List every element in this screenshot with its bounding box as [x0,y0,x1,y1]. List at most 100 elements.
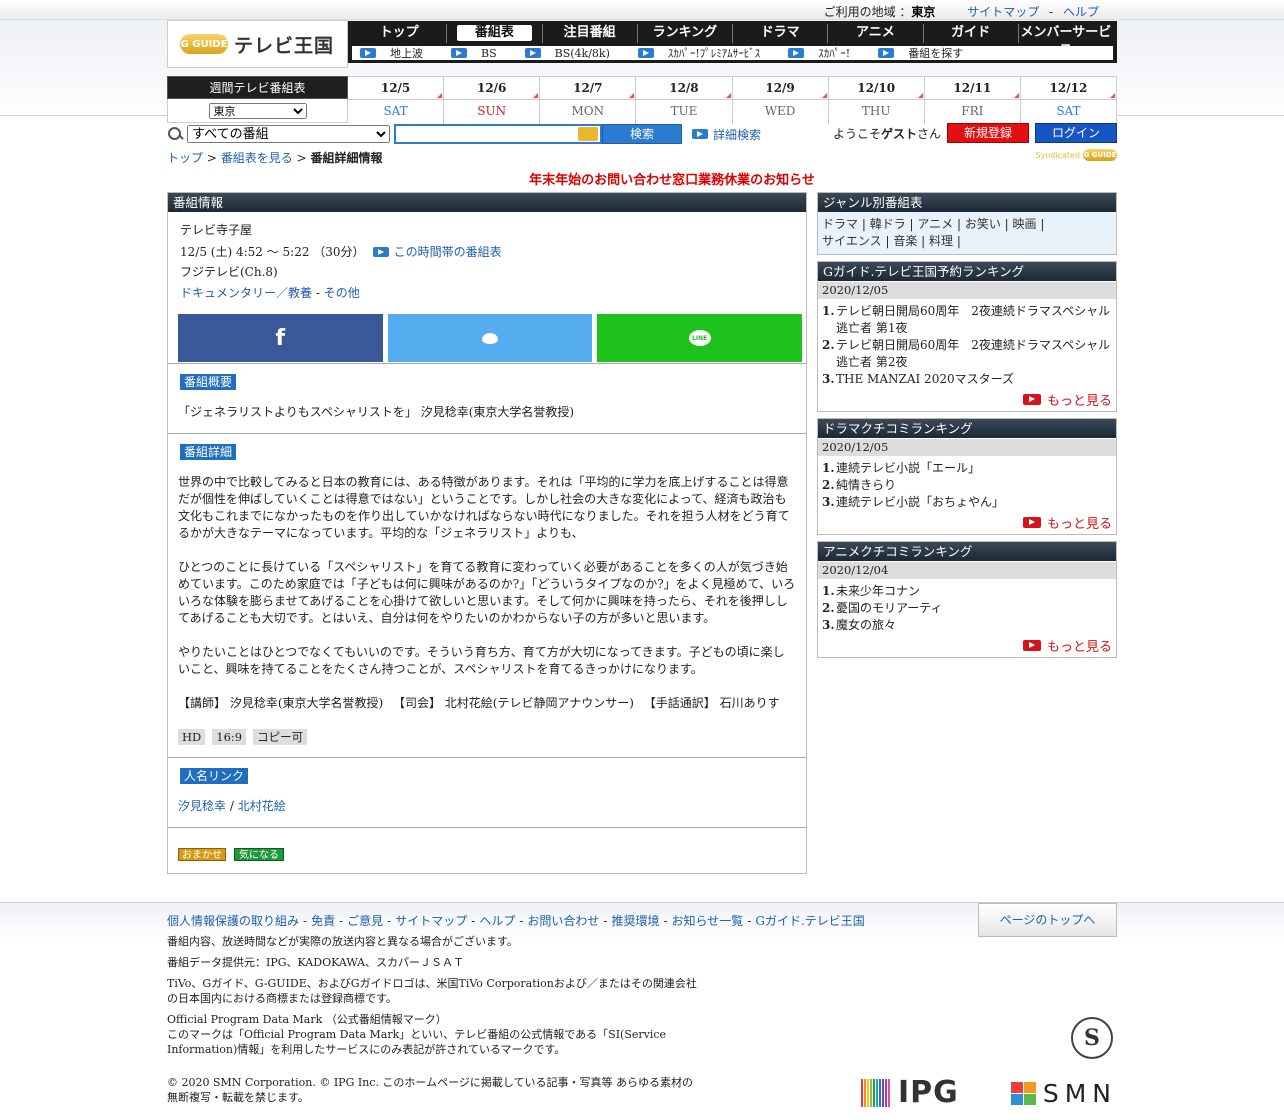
site-logo[interactable]: G GUIDE テレビ王国 [167,20,348,68]
ranking-item[interactable]: 1. 未来少年コナン [822,583,1112,600]
genre-link[interactable]: 音楽 [893,234,917,248]
twitter-share-button[interactable] [387,314,593,362]
breadcrumb-sep: > [296,151,307,165]
footer-link[interactable]: お問い合わせ [527,914,599,928]
footer-link[interactable]: ヘルプ [479,914,515,928]
breadcrumb-schedule[interactable]: 番組表を見る [221,151,293,165]
genre-link[interactable]: 映画 [1013,217,1037,231]
subnav-item[interactable]: 番組を探す [878,45,977,61]
genre-sub-link[interactable]: その他 [324,286,360,300]
ranking-item[interactable]: 3. 連続テレビ小説「おちょやん」 [822,494,1112,511]
more-link[interactable]: もっと見る [818,511,1116,534]
arrow-icon [451,48,467,58]
nav-item[interactable]: 注目番組 [543,24,638,43]
day-column[interactable]: 12/5 SAT [348,76,445,124]
detail-paragraph: 世界の中で比較してみると日本の教育には、ある特徴があります。それは「平均的に学力… [178,475,790,540]
footer-link[interactable]: 推奨環境 [611,914,659,928]
genre-link[interactable]: 韓ドラ [870,217,906,231]
nav-item[interactable]: アニメ [828,24,924,43]
nav-item[interactable]: 番組表 [447,24,543,43]
nav-item[interactable]: ガイド [924,24,1019,43]
ranking-item[interactable]: 3. THE MANZAI 2020マスターズ [822,371,1112,388]
search-button[interactable]: 検索 [602,124,682,144]
subnav-item[interactable]: 地上波 [360,45,437,61]
footer-link[interactable]: 免責 [311,914,335,928]
area-select[interactable]: 東京 [208,102,307,119]
day-column[interactable]: 12/9 WED [732,76,829,124]
day-date: 12/7 [540,77,636,100]
ranking-item-title: THE MANZAI 2020マスターズ [836,372,1014,386]
footer-link[interactable]: 個人情報保護の取り組み [167,914,299,928]
genre-link[interactable]: お笑い [965,217,1001,231]
ranking-item[interactable]: 3. 魔女の旅々 [822,617,1112,634]
detail-paragraph: 【講師】 汐見稔幸(東京大学名誉教授) 【司会】 北村花絵(テレビ静岡アナウンサ… [178,696,780,710]
program-detail-panel: 番組情報 テレビ寺子屋 12/5 (土) 4:52 ～ 5:22 （30分） この… [167,192,807,874]
line-share-button[interactable]: LINE [597,314,803,362]
sitemap-link[interactable]: サイトマップ [967,5,1039,19]
day-column[interactable]: 12/11 FRI [924,76,1021,124]
footer-link[interactable]: Gガイド.テレビ王国 [755,914,864,928]
footer-link[interactable]: お知らせ一覧 [672,914,744,928]
holiday-notice-link[interactable]: 年末年始のお問い合わせ窓口業務休業のお知らせ [167,169,1117,188]
arrow-icon [1022,517,1041,528]
day-date: 12/6 [444,77,540,100]
day-column[interactable]: 12/12 SAT [1020,76,1117,124]
ranking-item[interactable]: 2. テレビ朝日開局60周年 2夜連続ドラマスペシャル 逃亡者 第2夜 [822,337,1122,371]
nav-item[interactable]: メンバーサービス [1019,24,1113,58]
genre-link[interactable]: サイエンス [822,234,882,248]
advanced-search-link[interactable]: 詳細検索 [692,126,761,143]
ranking-item[interactable]: 2. 純情きらり [822,477,1112,494]
nav-item[interactable]: トップ [352,24,448,43]
day-column[interactable]: 12/10 THU [828,76,925,124]
timeslot-schedule-link[interactable]: この時間帯の番組表 [394,242,502,262]
ranking-item[interactable]: 1. 連続テレビ小説「エール」 [822,460,1112,477]
ranking-box: アニメクチコミランキング 2020/12/04 1. 未来少年コナン 2. 憂国のモリアー… [817,541,1117,658]
nav-item[interactable]: ランキング [638,24,733,43]
nav-item-label: ランキング [652,25,718,40]
subnav-item[interactable]: BS(4k/8k) [524,47,624,60]
day-of-week: THU [828,100,924,124]
subnav-item[interactable]: ｽｶﾊﾟｰ! [788,45,864,61]
breadcrumb-sep: > [206,151,217,165]
back-to-top-button[interactable]: ページのトップへ [978,903,1117,937]
more-link[interactable]: もっと見る [818,634,1116,657]
breadcrumb-top[interactable]: トップ [167,151,203,165]
nav-item[interactable]: ドラマ [733,24,829,43]
day-column[interactable]: 12/7 MON [540,76,637,124]
omakase-button[interactable]: おまかせ [178,848,226,861]
genre-link[interactable]: 料理 [929,234,953,248]
ranking-item[interactable]: 2. 憂国のモリアーティ [822,600,1112,617]
genre-link[interactable]: ドラマ [822,217,858,231]
person-link[interactable]: 北村花絵 [238,799,286,813]
twitter-icon [480,330,500,346]
ranking-date: 2020/12/04 [818,562,1116,579]
category-select[interactable]: すべての番組 [187,125,390,143]
register-button[interactable]: 新規登録 [947,123,1029,143]
subnav-item[interactable]: BS [451,47,511,60]
day-date: 12/8 [636,77,732,100]
action-section: おまかせ 気になる [168,827,806,873]
genre-main-link[interactable]: ドキュメンタリー／教養 [180,286,312,300]
footer-link[interactable]: サイトマップ [395,914,467,928]
more-link-label: もっと見る [1046,640,1112,655]
ranking-number: 2. [822,338,835,352]
footer-link[interactable]: ご意見 [347,914,383,928]
kininaru-button[interactable]: 気になる [234,848,284,861]
ranking-number: 3. [822,495,835,509]
search-input[interactable] [396,126,576,142]
more-link-label: もっと見る [1046,517,1112,532]
person-link[interactable]: 汐見稔幸 [178,799,226,813]
login-button[interactable]: ログイン [1035,123,1117,143]
help-link[interactable]: ヘルプ [1063,5,1099,19]
day-column[interactable]: 12/8 TUE [636,76,733,124]
arrow-icon [372,246,389,257]
more-link[interactable]: もっと見る [818,388,1116,411]
header-area: G GUIDE テレビ王国 トップ 番組表 注目番組 ランキング ドラマ アニメ ガイド メン… [0,20,1284,124]
genre-link[interactable]: アニメ [917,217,953,231]
search-input-box [394,124,602,144]
day-column[interactable]: 12/6 SUN [444,76,541,124]
ipg-logo: IPG [861,1075,959,1110]
facebook-share-button[interactable]: f [178,314,383,362]
subnav-item[interactable]: ｽｶﾊﾟｰ!ﾌﾟﾚﾐｱﾑｻｰﾋﾞｽ [637,45,774,61]
ranking-item[interactable]: 1. テレビ朝日開局60周年 2夜連続ドラマスペシャル 逃亡者 第1夜 [822,303,1122,337]
